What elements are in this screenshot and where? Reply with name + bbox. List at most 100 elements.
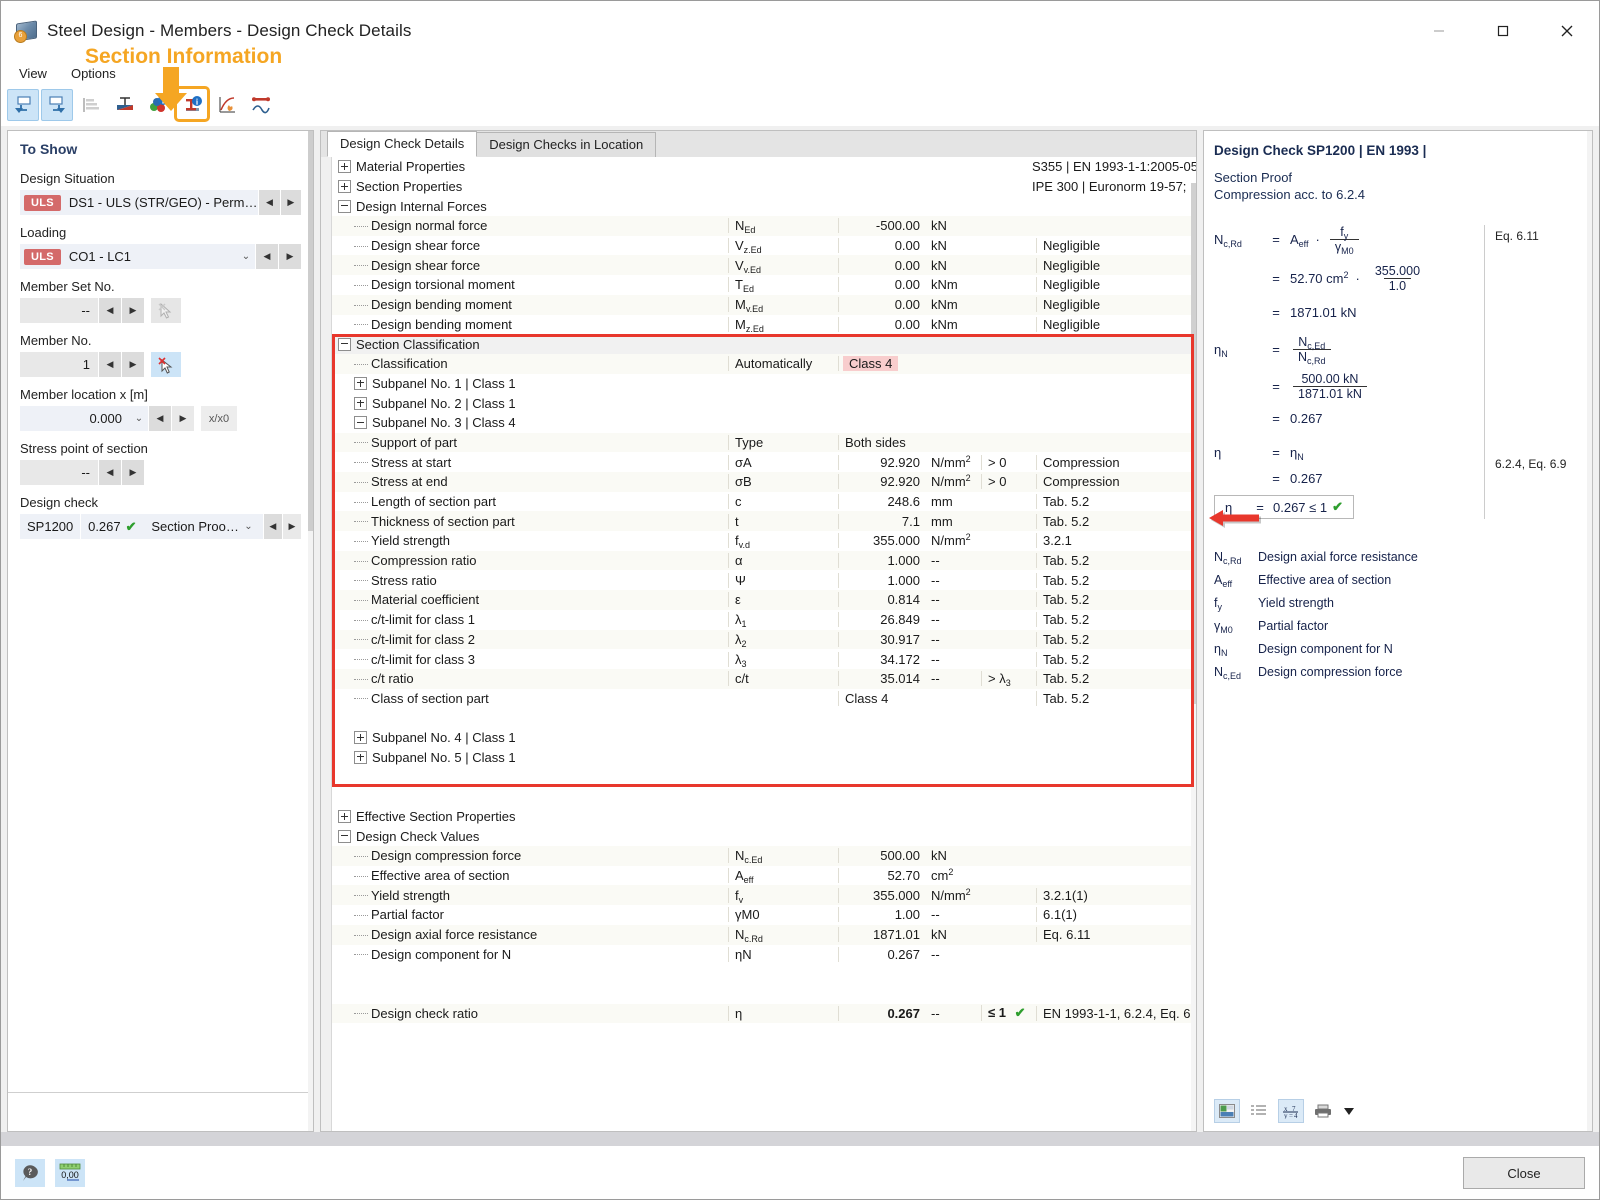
center-panel-scrollbar[interactable] xyxy=(1191,183,1196,1131)
tree-row-subpanel-detail[interactable]: Support of part Type Both sides xyxy=(332,432,1196,453)
tree-row-design-check-values[interactable]: Design Check Values xyxy=(332,826,1196,846)
tree-row-design-check-ratio[interactable]: Design check ratio η 0.267 -- ≤ 1 ✔ EN 1… xyxy=(332,1003,1196,1024)
tree-row-subpanel-1[interactable]: Subpanel No. 1 | Class 1 xyxy=(332,374,1196,394)
tree-row-subpanel-detail[interactable]: Class of section part Class 4 Tab. 5.2 xyxy=(332,689,1196,709)
table-list-icon[interactable] xyxy=(75,89,107,121)
expand-plus-icon[interactable] xyxy=(338,810,351,824)
member-set-no-pick-button[interactable] xyxy=(151,298,181,323)
design-check-next-button[interactable]: ▶ xyxy=(281,514,302,539)
formula-values-icon[interactable]: x 7 y = 4 xyxy=(1278,1099,1304,1123)
member-result-icon[interactable] xyxy=(245,89,277,121)
member-no-input[interactable]: 1 xyxy=(20,352,98,377)
tree-row-internal-force[interactable]: Design bending moment Mz,Ed 0.00 kNm Negligi… xyxy=(332,315,1196,335)
tree-row-classification[interactable]: Classification Automatically Class 4 xyxy=(332,353,1196,374)
help-balloon-icon[interactable]: ? xyxy=(15,1159,45,1187)
tree-row-internal-force[interactable]: Design bending moment My,Ed 0.00 kNm Negligi… xyxy=(332,294,1196,315)
stress-diagram-icon[interactable] xyxy=(109,89,141,121)
tree-row-internal-force[interactable]: Design normal force NEd -500.00 kN xyxy=(332,216,1196,236)
tree-row-design-check-value[interactable]: Design component for N ηN 0.267 -- xyxy=(332,945,1196,965)
minimize-button[interactable] xyxy=(1407,1,1471,61)
tree-row-subpanel-detail[interactable]: c/t ratio c/t 35.014 -- > λ3 Tab. 5.2 xyxy=(332,668,1196,689)
member-location-next-button[interactable]: ▶ xyxy=(171,406,194,431)
redo-arrow-icon[interactable] xyxy=(41,89,73,121)
tree-row-section-properties[interactable]: Section Properties IPE 300 | Euronorm 19… xyxy=(332,177,1196,197)
tree-row-design-check-value[interactable]: Effective area of section Aeff 52.70 cm2 xyxy=(332,866,1196,886)
collapse-minus-icon[interactable] xyxy=(338,829,351,843)
expand-plus-icon[interactable] xyxy=(354,750,367,764)
design-check-prev-button[interactable]: ◀ xyxy=(262,514,282,539)
fire-design-icon[interactable] xyxy=(211,89,243,121)
tab-design-check-details[interactable]: Design Check Details xyxy=(327,131,478,157)
close-dialog-button[interactable]: Close xyxy=(1463,1157,1585,1189)
member-set-no-prev-button[interactable]: ◀ xyxy=(98,298,121,323)
list-view-icon[interactable] xyxy=(1246,1099,1272,1123)
image-export-icon[interactable] xyxy=(1214,1099,1240,1123)
loading-prev-button[interactable]: ◀ xyxy=(255,244,278,269)
expand-plus-icon[interactable] xyxy=(338,180,351,194)
design-situation-combo[interactable]: ULS DS1 - ULS (STR/GEO) - Permane... xyxy=(20,190,259,215)
loading-next-button[interactable]: ▶ xyxy=(278,244,301,269)
tree-row-subpanel-detail[interactable]: Stress at end σB 92.920 N/mm2 > 0 Compression xyxy=(332,472,1196,492)
tree-row-subpanel-detail[interactable]: c/t-limit for class 1 λ1 26.849 -- Tab. 5.2 xyxy=(332,610,1196,630)
tree-row-design-check-value[interactable]: Design compression force Nc,Ed 500.00 kN xyxy=(332,846,1196,866)
tree-row-subpanel-3[interactable]: Subpanel No. 3 | Class 4 xyxy=(332,413,1196,433)
tree-row-subpanel-5[interactable]: Subpanel No. 5 | Class 1 xyxy=(332,748,1196,768)
chevron-down-icon-designcheck[interactable]: ⌄ xyxy=(241,521,256,532)
expand-plus-icon[interactable] xyxy=(338,160,351,174)
tree-row-effective-section-properties[interactable]: Effective Section Properties xyxy=(332,807,1196,827)
dropdown-arrow-icon[interactable] xyxy=(1342,1099,1356,1123)
member-location-combo[interactable]: 0.000 ⌄ xyxy=(20,406,148,431)
design-situation-next-button[interactable]: ▶ xyxy=(279,190,301,215)
left-panel-scrollbar[interactable] xyxy=(308,131,313,1131)
collapse-minus-icon[interactable] xyxy=(338,199,351,213)
expand-plus-icon[interactable] xyxy=(354,731,367,745)
tree-row-subpanel-detail[interactable]: Length of section part c 248.6 mm Tab. 5.2 xyxy=(332,492,1196,512)
chevron-down-icon-location[interactable]: ⌄ xyxy=(130,413,148,424)
tree-row-design-check-value[interactable]: Yield strength fy 355.000 N/mm2 3.2.1(1) xyxy=(332,885,1196,906)
design-check-description-combo[interactable]: Section Proof | C... ⌄ xyxy=(144,514,263,539)
stress-point-next-button[interactable]: ▶ xyxy=(121,460,144,485)
collapse-minus-icon[interactable] xyxy=(338,337,351,351)
member-no-next-button[interactable]: ▶ xyxy=(121,352,144,377)
expand-plus-icon[interactable] xyxy=(354,396,367,410)
tree-row-section-classification[interactable]: Section Classification xyxy=(332,334,1196,354)
stress-point-prev-button[interactable]: ◀ xyxy=(98,460,121,485)
relative-location-toggle[interactable]: x/x0 xyxy=(201,406,237,431)
member-location-prev-button[interactable]: ◀ xyxy=(148,406,171,431)
collapse-minus-icon[interactable] xyxy=(354,416,367,430)
tree-row-internal-force[interactable]: Design shear force Vz,Ed 0.00 kN Negligible xyxy=(332,236,1196,256)
units-0-00-icon[interactable]: 0,00 xyxy=(55,1159,85,1187)
loading-combo[interactable]: ULS CO1 - LC1 ⌄ xyxy=(20,244,255,269)
tree-row-subpanel-detail[interactable]: Thickness of section part t 7.1 mm Tab. 5.2 xyxy=(332,511,1196,532)
menu-view[interactable]: View xyxy=(7,63,59,84)
tree-row-subpanel-detail[interactable]: c/t-limit for class 2 λ2 30.917 -- Tab. 5.2 xyxy=(332,629,1196,650)
member-no-pick-button[interactable] xyxy=(151,352,181,377)
undo-arrow-icon[interactable] xyxy=(7,89,39,121)
close-button[interactable] xyxy=(1535,1,1599,61)
tree-row-design-check-value[interactable]: Partial factor γM0 1.00 -- 6.1(1) xyxy=(332,905,1196,925)
chevron-down-icon[interactable]: ⌄ xyxy=(237,251,255,262)
design-check-id[interactable]: SP1200 xyxy=(20,514,81,539)
design-check-ratio[interactable]: 0.267 ✔ xyxy=(81,514,144,539)
tree-row-subpanel-2[interactable]: Subpanel No. 2 | Class 1 xyxy=(332,393,1196,413)
tree-row-subpanel-detail[interactable]: Stress at start σA 92.920 N/mm2 > 0 Compressi… xyxy=(332,452,1196,472)
tree-row-internal-force[interactable]: Design torsional moment TEd 0.00 kNm Negligi… xyxy=(332,275,1196,295)
member-no-prev-button[interactable]: ◀ xyxy=(98,352,121,377)
tree-row-design-check-value[interactable]: Design axial force resistance Nc,Rd 1871.0… xyxy=(332,924,1196,945)
right-panel-scrollbar[interactable] xyxy=(1587,131,1592,1131)
tree-row-subpanel-4[interactable]: Subpanel No. 4 | Class 1 xyxy=(332,728,1196,748)
tree-row-subpanel-detail[interactable]: Yield strength fy,d 355.000 N/mm2 3.2.1 xyxy=(332,531,1196,551)
tree-row-material-properties[interactable]: Material Properties S355 | EN 1993-1-1:2… xyxy=(332,157,1196,177)
member-set-no-next-button[interactable]: ▶ xyxy=(121,298,144,323)
tree-row-subpanel-detail[interactable]: c/t-limit for class 3 λ3 34.172 -- Tab. 5.2 xyxy=(332,649,1196,669)
print-icon[interactable] xyxy=(1310,1099,1336,1123)
tree-row-subpanel-detail[interactable]: Stress ratio Ψ 1.000 -- Tab. 5.2 xyxy=(332,570,1196,590)
stress-point-input[interactable]: -- xyxy=(20,460,98,485)
member-set-no-input[interactable]: -- xyxy=(20,298,98,323)
maximize-button[interactable] xyxy=(1471,1,1535,61)
expand-plus-icon[interactable] xyxy=(354,376,367,390)
tree-row-subpanel-detail[interactable]: Material coefficient ε 0.814 -- Tab. 5.2 xyxy=(332,590,1196,610)
tab-design-checks-in-location[interactable]: Design Checks in Location xyxy=(476,132,657,157)
tree-row-design-internal-forces[interactable]: Design Internal Forces xyxy=(332,196,1196,216)
tree-row-internal-force[interactable]: Design shear force Vy,Ed 0.00 kN Negligible xyxy=(332,255,1196,276)
